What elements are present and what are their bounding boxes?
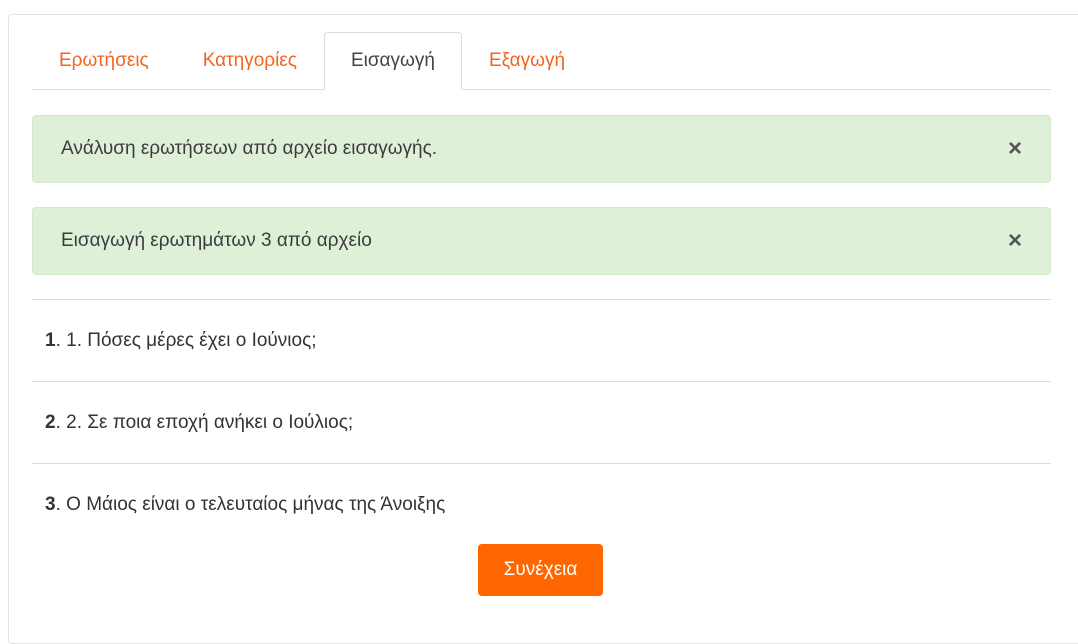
close-icon[interactable]: × bbox=[988, 229, 1022, 253]
question-text: . 2. Σε ποια εποχή ανήκει ο Ιούλιος; bbox=[55, 411, 354, 433]
tab-categories[interactable]: Κατηγορίες bbox=[176, 32, 324, 90]
close-icon[interactable]: × bbox=[988, 137, 1022, 161]
tab-export[interactable]: Εξαγωγή bbox=[462, 32, 592, 90]
alert-imported-text: Εισαγωγή ερωτημάτων 3 από αρχείο bbox=[61, 230, 372, 251]
tab-import[interactable]: Εισαγωγή bbox=[323, 32, 462, 90]
list-item: 1. 1. Πόσες μέρες έχει ο Ιούνιος; bbox=[32, 299, 1051, 381]
question-text: . Ο Μάιος είναι ο τελευταίος μήνας της Ά… bbox=[55, 493, 446, 515]
list-item: 2. 2. Σε ποια εποχή ανήκει ο Ιούλιος; bbox=[32, 381, 1051, 463]
tab-bar: Ερωτήσεις Κατηγορίες Εισαγωγή Εξαγωγή bbox=[32, 32, 1051, 90]
alert-imported: Εισαγωγή ερωτημάτων 3 από αρχείο × bbox=[32, 207, 1051, 275]
list-item: 3. Ο Μάιος είναι ο τελευταίος μήνας της … bbox=[32, 463, 1051, 545]
question-number: 2 bbox=[45, 411, 56, 433]
tab-questions[interactable]: Ερωτήσεις bbox=[32, 32, 176, 90]
question-list: 1. 1. Πόσες μέρες έχει ο Ιούνιος; 2. 2. … bbox=[32, 299, 1051, 545]
alert-parsing: Ανάλυση ερωτήσεων από αρχείο εισαγωγής. … bbox=[32, 115, 1051, 183]
continue-button[interactable]: Συνέχεια bbox=[478, 544, 603, 596]
question-number: 3 bbox=[45, 493, 56, 515]
question-number: 1 bbox=[45, 329, 56, 351]
alert-parsing-text: Ανάλυση ερωτήσεων από αρχείο εισαγωγής. bbox=[61, 138, 438, 159]
question-text: . 1. Πόσες μέρες έχει ο Ιούνιος; bbox=[55, 329, 317, 351]
